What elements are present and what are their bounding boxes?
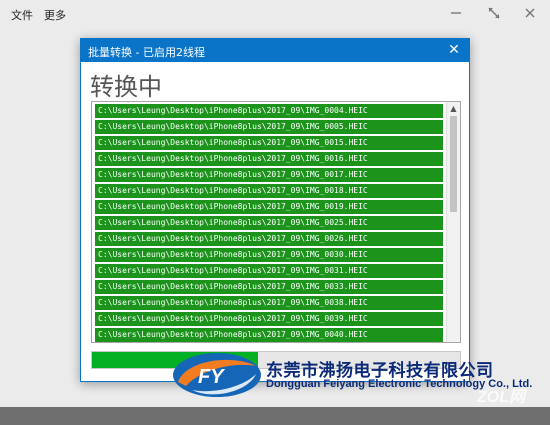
file-row[interactable]: C:\Users\Leung\Desktop\iPhone8plus\2017_… — [95, 152, 443, 166]
file-row[interactable]: C:\Users\Leung\Desktop\iPhone8plus\2017_… — [95, 120, 443, 134]
bottom-status-bar — [0, 407, 550, 425]
batch-convert-dialog: 批量转换 - 已启用2线程 ✕ 转换中 C:\Users\Leung\Deskt… — [80, 38, 470, 382]
dialog-titlebar[interactable]: 批量转换 - 已启用2线程 ✕ — [81, 39, 469, 62]
file-row[interactable]: C:\Users\Leung\Desktop\iPhone8plus\2017_… — [95, 232, 443, 246]
scroll-up-arrow-icon[interactable]: ▲ — [447, 102, 460, 115]
file-row[interactable]: C:\Users\Leung\Desktop\iPhone8plus\2017_… — [95, 104, 443, 118]
file-list-scrollbar[interactable]: ▲ — [446, 102, 460, 342]
minimize-icon[interactable] — [447, 6, 465, 22]
site-watermark: ZOL网 — [477, 389, 525, 406]
file-row[interactable]: C:\Users\Leung\Desktop\iPhone8plus\2017_… — [95, 280, 443, 294]
menu-file[interactable]: 文件 — [11, 7, 33, 23]
file-row[interactable]: C:\Users\Leung\Desktop\iPhone8plus\2017_… — [95, 168, 443, 182]
file-row[interactable]: C:\Users\Leung\Desktop\iPhone8plus\2017_… — [95, 184, 443, 198]
file-row[interactable]: C:\Users\Leung\Desktop\iPhone8plus\2017_… — [95, 136, 443, 150]
file-row[interactable]: C:\Users\Leung\Desktop\iPhone8plus\2017_… — [95, 248, 443, 262]
close-icon[interactable] — [521, 6, 539, 22]
file-list-rows: C:\Users\Leung\Desktop\iPhone8plus\2017_… — [95, 104, 443, 342]
dialog-close-icon[interactable]: ✕ — [444, 40, 464, 60]
file-row[interactable]: C:\Users\Leung\Desktop\iPhone8plus\2017_… — [95, 200, 443, 214]
logo-letters: FY — [198, 366, 225, 388]
restore-icon[interactable] — [485, 6, 503, 22]
file-row[interactable]: C:\Users\Leung\Desktop\iPhone8plus\2017_… — [95, 296, 443, 310]
scroll-thumb[interactable] — [450, 116, 457, 212]
menu-bar: 文件 更多 — [0, 0, 550, 28]
dialog-title: 批量转换 - 已启用2线程 — [88, 46, 205, 59]
file-row[interactable]: C:\Users\Leung\Desktop\iPhone8plus\2017_… — [95, 328, 443, 342]
company-watermark: FY 东莞市沸扬电子科技有限公司 Dongguan Feiyang Electr… — [172, 350, 550, 410]
file-list[interactable]: C:\Users\Leung\Desktop\iPhone8plus\2017_… — [91, 101, 461, 343]
conversion-status-heading: 转换中 — [90, 73, 162, 101]
feiyang-logo: FY — [173, 353, 261, 397]
file-row[interactable]: C:\Users\Leung\Desktop\iPhone8plus\2017_… — [95, 312, 443, 326]
menu-more[interactable]: 更多 — [44, 7, 66, 23]
file-row[interactable]: C:\Users\Leung\Desktop\iPhone8plus\2017_… — [95, 216, 443, 230]
file-row[interactable]: C:\Users\Leung\Desktop\iPhone8plus\2017_… — [95, 264, 443, 278]
